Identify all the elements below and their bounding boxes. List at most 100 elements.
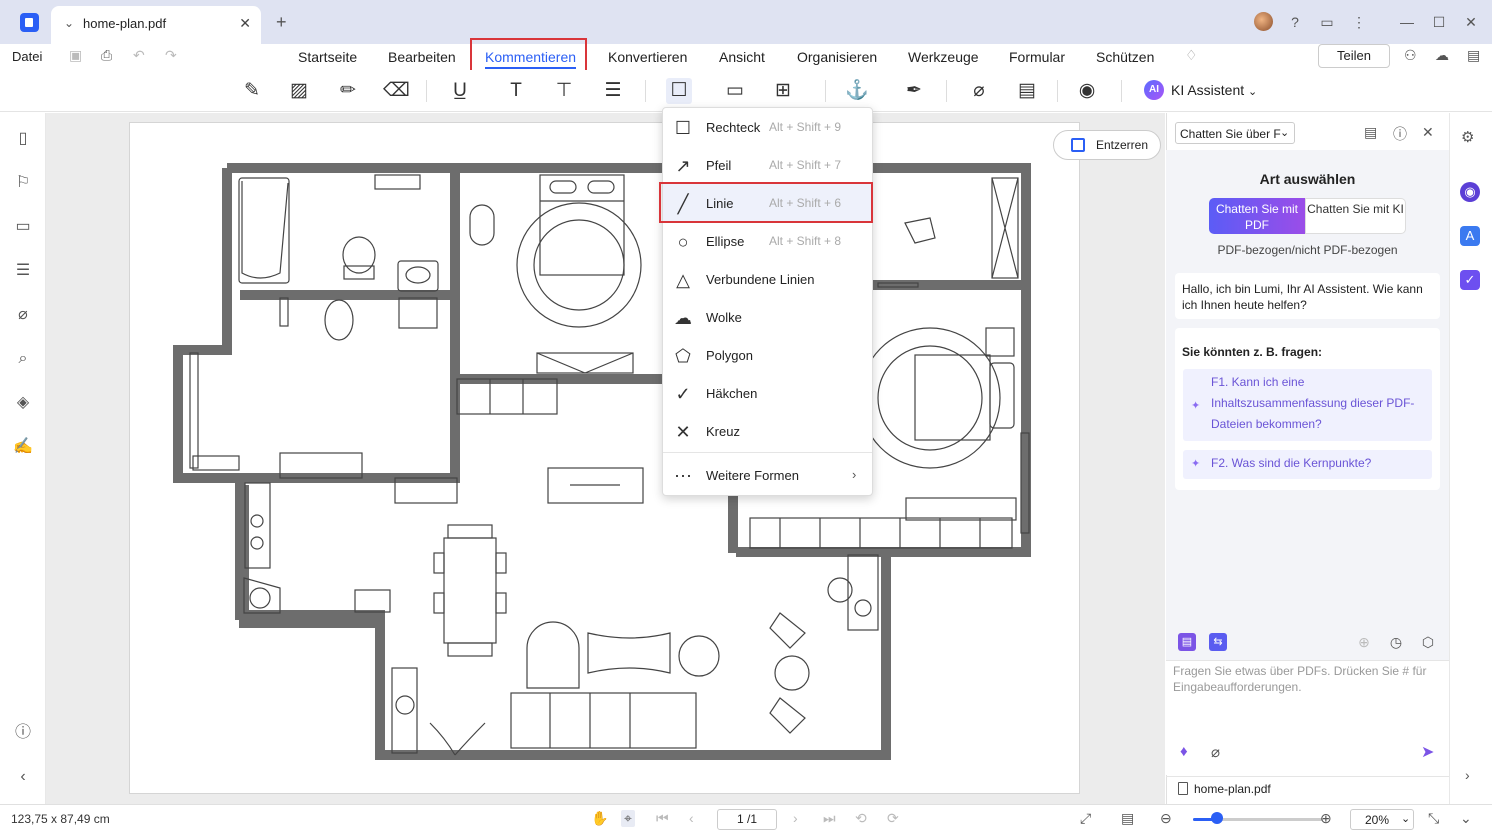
shape-item-checkmark[interactable]: ✓ Häkchen [663, 374, 872, 412]
pdf-page[interactable] [129, 122, 1080, 794]
text-icon[interactable]: T [503, 78, 529, 104]
shape-item-ellipse[interactable]: ○ Ellipse Alt + Shift + 8 [663, 222, 872, 260]
shape-item-polyline[interactable]: △ Verbundene Linien [663, 260, 872, 298]
minimize-icon[interactable]: — [1397, 12, 1417, 32]
print-icon[interactable]: ⎙ [101, 47, 112, 64]
signature-icon[interactable]: ✒ [901, 78, 927, 104]
shape-item-more[interactable]: ⋯ Weitere Formen › [663, 456, 872, 494]
textbox-icon[interactable]: ⊤ [551, 78, 577, 104]
settings-icon[interactable]: ⬡ [1419, 633, 1437, 651]
eraser-icon[interactable]: ⌫ [383, 78, 410, 104]
eye-icon[interactable]: ◉ [1074, 78, 1100, 104]
shape-item-polygon[interactable]: ⬠ Polygon [663, 336, 872, 374]
first-page-icon[interactable]: ⏮ [656, 810, 669, 827]
rotate-left-icon[interactable]: ⟲ [855, 810, 867, 827]
measure-icon[interactable]: ⊞ [770, 78, 796, 104]
attachment-icon[interactable]: ⌀ [12, 304, 34, 326]
shape-tool-icon[interactable]: ☐ [666, 78, 692, 104]
document-tab[interactable]: ⌄ home-plan.pdf ✕ [51, 6, 261, 44]
shape-item-cloud[interactable]: ☁ Wolke [663, 298, 872, 336]
close-tab-icon[interactable]: ✕ [239, 15, 251, 32]
app-logo[interactable] [20, 13, 39, 32]
layers-icon[interactable]: ◈ [12, 392, 34, 414]
chat-with-pdf-button[interactable]: Chatten Sie mit PDF [1209, 198, 1305, 234]
prev-page-icon[interactable]: ‹ [689, 810, 694, 826]
scroll-down-icon[interactable]: ⌄ [1460, 810, 1472, 827]
menu-werkzeuge[interactable]: Werkzeuge [908, 49, 979, 65]
comment-icon[interactable]: ▭ [12, 216, 34, 238]
history-icon[interactable]: ▤ [1364, 124, 1377, 141]
clock-icon[interactable]: ◷ [1387, 633, 1405, 651]
zoom-in-icon[interactable]: ⊕ [1320, 810, 1332, 827]
search-icon[interactable]: ⌕ [12, 348, 34, 370]
collapse-left-icon[interactable]: ‹ [12, 766, 34, 788]
select-tool-icon[interactable]: ⌖ [621, 810, 635, 827]
menu-file[interactable]: Datei [12, 49, 42, 64]
note-icon[interactable]: ▭ [722, 78, 748, 104]
cloud-upload-icon[interactable]: ☁ [1435, 47, 1449, 64]
pencil-icon[interactable]: ✏ [335, 78, 361, 104]
share-button[interactable]: Teilen [1318, 44, 1390, 68]
close-window-icon[interactable]: ✕ [1461, 12, 1481, 32]
shape-item-arrow[interactable]: ↗ Pfeil Alt + Shift + 7 [663, 146, 872, 184]
new-tab-button[interactable]: + [276, 12, 287, 33]
menu-konvertieren[interactable]: Konvertieren [608, 49, 687, 65]
ai-assistant-button[interactable]: KI Assistent ⌄ [1171, 82, 1257, 98]
menu-ansicht[interactable]: Ansicht [719, 49, 765, 65]
more-icon[interactable]: ⋮ [1349, 12, 1369, 32]
signature-icon[interactable]: ✍ [12, 436, 34, 458]
menu-formular[interactable]: Formular [1009, 49, 1065, 65]
save-icon[interactable]: ▣ [69, 47, 82, 64]
hand-tool-icon[interactable]: ✋ [591, 810, 608, 827]
summarize-icon[interactable]: ▤ [1178, 633, 1196, 651]
zoom-out-icon[interactable]: ⊖ [1160, 810, 1172, 827]
attach-file-icon[interactable]: ⌀ [1211, 743, 1220, 761]
collapse-right-icon[interactable]: › [1465, 767, 1470, 783]
undo-icon[interactable]: ↶ [133, 47, 145, 64]
help-icon[interactable]: ⓘ [1393, 124, 1407, 144]
bookmark-icon[interactable]: ⚐ [12, 172, 34, 194]
chat-with-ki-button[interactable]: Chatten Sie mit KI [1305, 198, 1406, 234]
stamp-icon[interactable]: ⚓ [844, 78, 870, 104]
layers-list-icon[interactable]: ☰ [12, 260, 34, 282]
help-icon[interactable]: ⓘ [12, 722, 34, 744]
ai-assistant-icon[interactable]: AI [1144, 80, 1164, 100]
suggestion-question-1[interactable]: ✦ F1. Kann ich eine Inhaltszusammenfassu… [1183, 369, 1432, 441]
ai-robot-icon[interactable]: ◉ [1460, 182, 1480, 202]
maximize-icon[interactable]: ☐ [1429, 12, 1449, 32]
send-icon[interactable]: ➤ [1421, 742, 1434, 762]
redo-icon[interactable]: ↷ [165, 47, 177, 64]
chat-mode-select[interactable]: Chatten Sie über F ⌄ [1175, 122, 1295, 144]
rotate-right-icon[interactable]: ⟳ [887, 810, 899, 827]
menu-schuetzen[interactable]: Schützen [1096, 49, 1154, 65]
suggestion-question-2[interactable]: ✦ F2. Was sind die Kernpunkte? [1183, 450, 1432, 479]
ai-check-icon[interactable]: ✓ [1460, 270, 1480, 290]
underline-icon[interactable]: U̲ [447, 78, 473, 104]
highlighter-icon[interactable]: ✎ [239, 78, 265, 104]
properties-icon[interactable]: ⚙ [1461, 128, 1474, 146]
shape-item-cross[interactable]: ✕ Kreuz [663, 412, 872, 450]
form-fill-icon[interactable]: ▤ [1014, 78, 1040, 104]
window-mode-icon[interactable]: ▤ [1467, 47, 1480, 64]
fullscreen-icon[interactable]: ⤡ [1428, 810, 1439, 827]
area-highlight-icon[interactable]: ▨ [286, 78, 312, 104]
attachment-icon[interactable]: ⌀ [966, 78, 992, 104]
menu-organisieren[interactable]: Organisieren [797, 49, 877, 65]
dewarp-button[interactable]: Entzerren [1053, 130, 1161, 160]
help-icon[interactable]: ? [1285, 12, 1305, 32]
lightbulb-icon[interactable]: ♢ [1185, 47, 1198, 64]
page-number-input[interactable]: 1 /1 [717, 809, 777, 830]
next-page-icon[interactable]: › [793, 810, 798, 826]
zoom-select[interactable]: 20% ⌄ [1350, 809, 1414, 830]
view-mode-icon[interactable]: ▤ [1121, 810, 1134, 827]
menu-bearbeiten[interactable]: Bearbeiten [388, 49, 456, 65]
last-page-icon[interactable]: ⏭ [823, 810, 836, 827]
zoom-slider-handle[interactable] [1211, 812, 1223, 824]
workflow-icon[interactable]: ⚇ [1404, 47, 1417, 64]
menu-startseite[interactable]: Startseite [298, 49, 357, 65]
fit-page-icon[interactable]: ⤢ [1080, 810, 1091, 827]
ai-translate-icon[interactable]: A [1460, 226, 1480, 246]
prompt-bulb-icon[interactable]: ♦ [1180, 743, 1188, 760]
new-chat-icon[interactable]: ⊕ [1355, 633, 1373, 651]
shape-item-rectangle[interactable]: ☐ Rechteck Alt + Shift + 9 [663, 108, 872, 146]
